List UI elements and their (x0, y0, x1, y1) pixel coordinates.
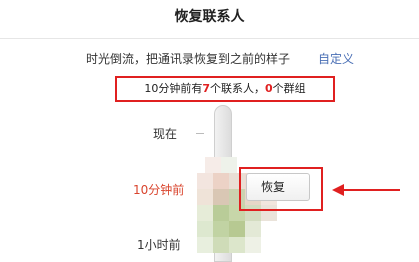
contacts-unit: 个联系人， (210, 82, 265, 95)
restore-button[interactable]: 恢复 (246, 173, 310, 201)
header-divider (0, 38, 419, 39)
timeline-label-now: 现在 (153, 127, 178, 141)
timeline-label-1h: 1小时前 (137, 238, 181, 252)
pointer-arrow-icon (332, 184, 400, 196)
groups-unit: 个群组 (272, 82, 306, 95)
groups-count: 0 (265, 82, 273, 95)
contacts-count: 7 (202, 82, 210, 95)
summary-text: 10分钟前有7个联系人，0个群组 (117, 78, 333, 100)
dialog-title: 恢复联系人 (174, 9, 245, 25)
summary-prefix: 10分钟前有 (144, 82, 203, 95)
intro-text: 时光倒流，把通讯录恢复到之前的样子 (86, 52, 291, 66)
custom-link[interactable]: 自定义 (318, 51, 354, 67)
timeline-tick-now (196, 133, 204, 134)
summary-highlight-box: 10分钟前有7个联系人，0个群组 (115, 76, 335, 102)
timeline-label-10min: 10分钟前 (133, 183, 185, 197)
